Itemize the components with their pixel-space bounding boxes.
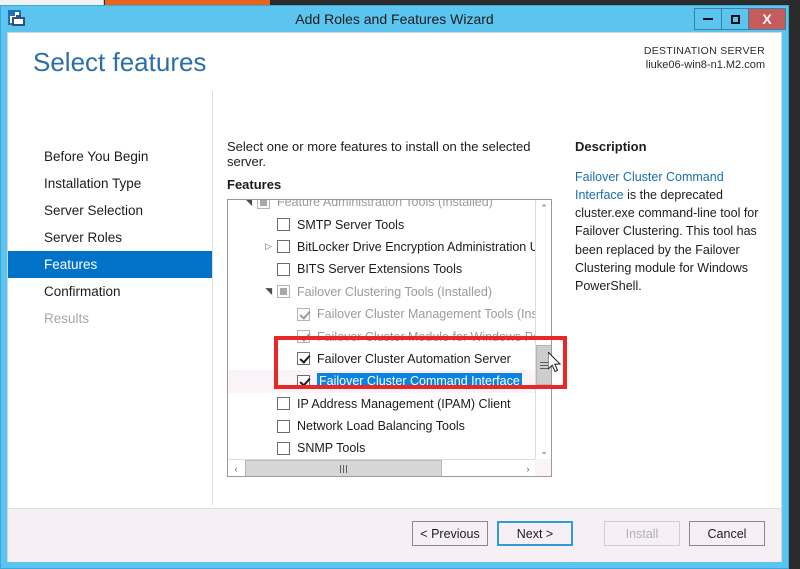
sidebar-item-before-you-begin[interactable]: Before You Begin [8, 143, 212, 170]
maximize-icon [731, 15, 740, 24]
sidebar-item-features[interactable]: Features [8, 251, 212, 278]
tree-row[interactable]: ◢ Feature Administration Tools (Installed… [228, 200, 536, 213]
horizontal-scrollbar-thumb[interactable] [245, 460, 442, 477]
feature-label: Failover Cluster Management Tools (Ins [317, 307, 536, 321]
sidebar-item-confirmation[interactable]: Confirmation [8, 278, 212, 305]
feature-checkbox[interactable] [297, 352, 310, 365]
minimize-button[interactable] [694, 8, 722, 30]
expander-open-icon[interactable]: ◢ [264, 283, 273, 300]
minimize-icon [703, 18, 713, 20]
tree-row[interactable]: SNMP Tools [228, 437, 536, 459]
features-section-label: Features [227, 177, 281, 192]
sidebar-item-server-roles[interactable]: Server Roles [8, 224, 212, 251]
feature-checkbox[interactable] [277, 263, 290, 276]
feature-label: IP Address Management (IPAM) Client [297, 397, 511, 411]
window-controls: X [695, 8, 786, 30]
vertical-scrollbar-thumb[interactable] [536, 345, 552, 385]
close-button[interactable]: X [748, 8, 786, 30]
description-title: Description [575, 139, 769, 154]
tree-row[interactable]: IP Address Management (IPAM) Client [228, 393, 536, 415]
features-tree-horizontal-scrollbar[interactable]: ‹ › [228, 459, 536, 476]
main-panel: Select one or more features to install o… [213, 91, 563, 505]
features-tree-viewport: ◢ Feature Administration Tools (Installed… [228, 200, 536, 460]
client-area: Select features DESTINATION SERVER liuke… [7, 32, 782, 562]
instruction-text: Select one or more features to install o… [227, 139, 563, 169]
cancel-button[interactable]: Cancel [689, 521, 765, 546]
tree-row[interactable]: Failover Cluster Module for Windows Po [228, 325, 536, 347]
description-body: Failover Cluster Command Interface is th… [575, 168, 769, 295]
sidebar-item-server-selection[interactable]: Server Selection [8, 197, 212, 224]
install-button: Install [604, 521, 680, 546]
features-tree-rows: ◢ Feature Administration Tools (Installed… [228, 200, 536, 460]
feature-checkbox[interactable] [277, 218, 290, 231]
wizard-window: Add Roles and Features Wizard X Select f… [0, 5, 789, 569]
feature-label: Failover Cluster Command Interface [317, 373, 522, 389]
scroll-up-icon[interactable]: ⌃ [536, 200, 552, 217]
features-tree-vertical-scrollbar[interactable]: ⌃ ⌄ [535, 200, 551, 460]
title-bar[interactable]: Add Roles and Features Wizard X [1, 6, 788, 32]
feature-checkbox[interactable] [297, 330, 310, 343]
page-title: Select features [33, 47, 206, 78]
feature-label: BitLocker Drive Encryption Administratio… [297, 240, 536, 254]
destination-server-block: DESTINATION SERVER liuke06-win8-n1.M2.co… [644, 44, 765, 73]
destination-server-name: liuke06-win8-n1.M2.com [644, 58, 765, 73]
previous-button[interactable]: < Previous [412, 521, 488, 546]
tree-row[interactable]: Failover Cluster Management Tools (Ins [228, 303, 536, 325]
feature-label: SMTP Server Tools [297, 218, 404, 232]
body-area: Before You BeginInstallation TypeServer … [8, 91, 781, 505]
tree-row[interactable]: Failover Cluster Automation Server [228, 348, 536, 370]
feature-checkbox[interactable] [257, 200, 270, 209]
feature-checkbox[interactable] [277, 397, 290, 410]
feature-checkbox[interactable] [277, 420, 290, 433]
tree-row[interactable]: Network Load Balancing Tools [228, 415, 536, 437]
page-header: Select features DESTINATION SERVER liuke… [8, 33, 781, 91]
feature-checkbox[interactable] [297, 375, 310, 388]
feature-checkbox[interactable] [297, 308, 310, 321]
tree-row[interactable]: Failover Cluster Command Interface [228, 370, 536, 392]
window-title: Add Roles and Features Wizard [1, 11, 788, 27]
tree-row[interactable]: SMTP Server Tools [228, 213, 536, 235]
maximize-button[interactable] [721, 8, 749, 30]
scroll-right-icon[interactable]: › [520, 460, 536, 477]
feature-checkbox[interactable] [277, 285, 290, 298]
expander-open-icon[interactable]: ◢ [244, 200, 253, 211]
feature-label: Failover Cluster Automation Server [317, 352, 511, 366]
feature-checkbox[interactable] [277, 442, 290, 455]
footer-bar: < Previous Next > Install Cancel [8, 508, 781, 562]
feature-label: Network Load Balancing Tools [297, 419, 465, 433]
next-button[interactable]: Next > [497, 521, 573, 546]
feature-label: Failover Clustering Tools (Installed) [297, 285, 492, 299]
features-tree[interactable]: ◢ Feature Administration Tools (Installed… [227, 199, 552, 477]
description-panel: Description Failover Cluster Command Int… [563, 91, 781, 505]
feature-label: SNMP Tools [297, 441, 365, 455]
feature-label: Failover Cluster Module for Windows Po [317, 330, 536, 344]
feature-label: Feature Administration Tools (Installed) [277, 200, 493, 209]
sidebar-item-installation-type[interactable]: Installation Type [8, 170, 212, 197]
description-text: is the deprecated cluster.exe command-li… [575, 188, 758, 293]
wizard-navigation-sidebar: Before You BeginInstallation TypeServer … [8, 91, 213, 505]
tree-row[interactable]: ▷ BitLocker Drive Encryption Administrati… [228, 236, 536, 258]
scroll-down-icon[interactable]: ⌄ [536, 443, 552, 460]
expander-collapsed-icon[interactable]: ▷ [260, 242, 277, 251]
scroll-left-icon[interactable]: ‹ [228, 460, 244, 477]
tree-row[interactable]: BITS Server Extensions Tools [228, 258, 536, 280]
destination-server-label: DESTINATION SERVER [644, 44, 765, 58]
feature-checkbox[interactable] [277, 240, 290, 253]
scrollbar-corner [535, 459, 551, 476]
footer-button-group: < Previous Next > Install Cancel [412, 521, 765, 546]
scrollbar-grip-icon [340, 465, 347, 473]
wizard-briefcase-icon [6, 8, 28, 30]
sidebar-item-results: Results [8, 305, 212, 332]
feature-label: BITS Server Extensions Tools [297, 262, 462, 276]
scrollbar-grip-icon [540, 362, 548, 369]
tree-row[interactable]: ◢ Failover Clustering Tools (Installed) [228, 281, 536, 303]
